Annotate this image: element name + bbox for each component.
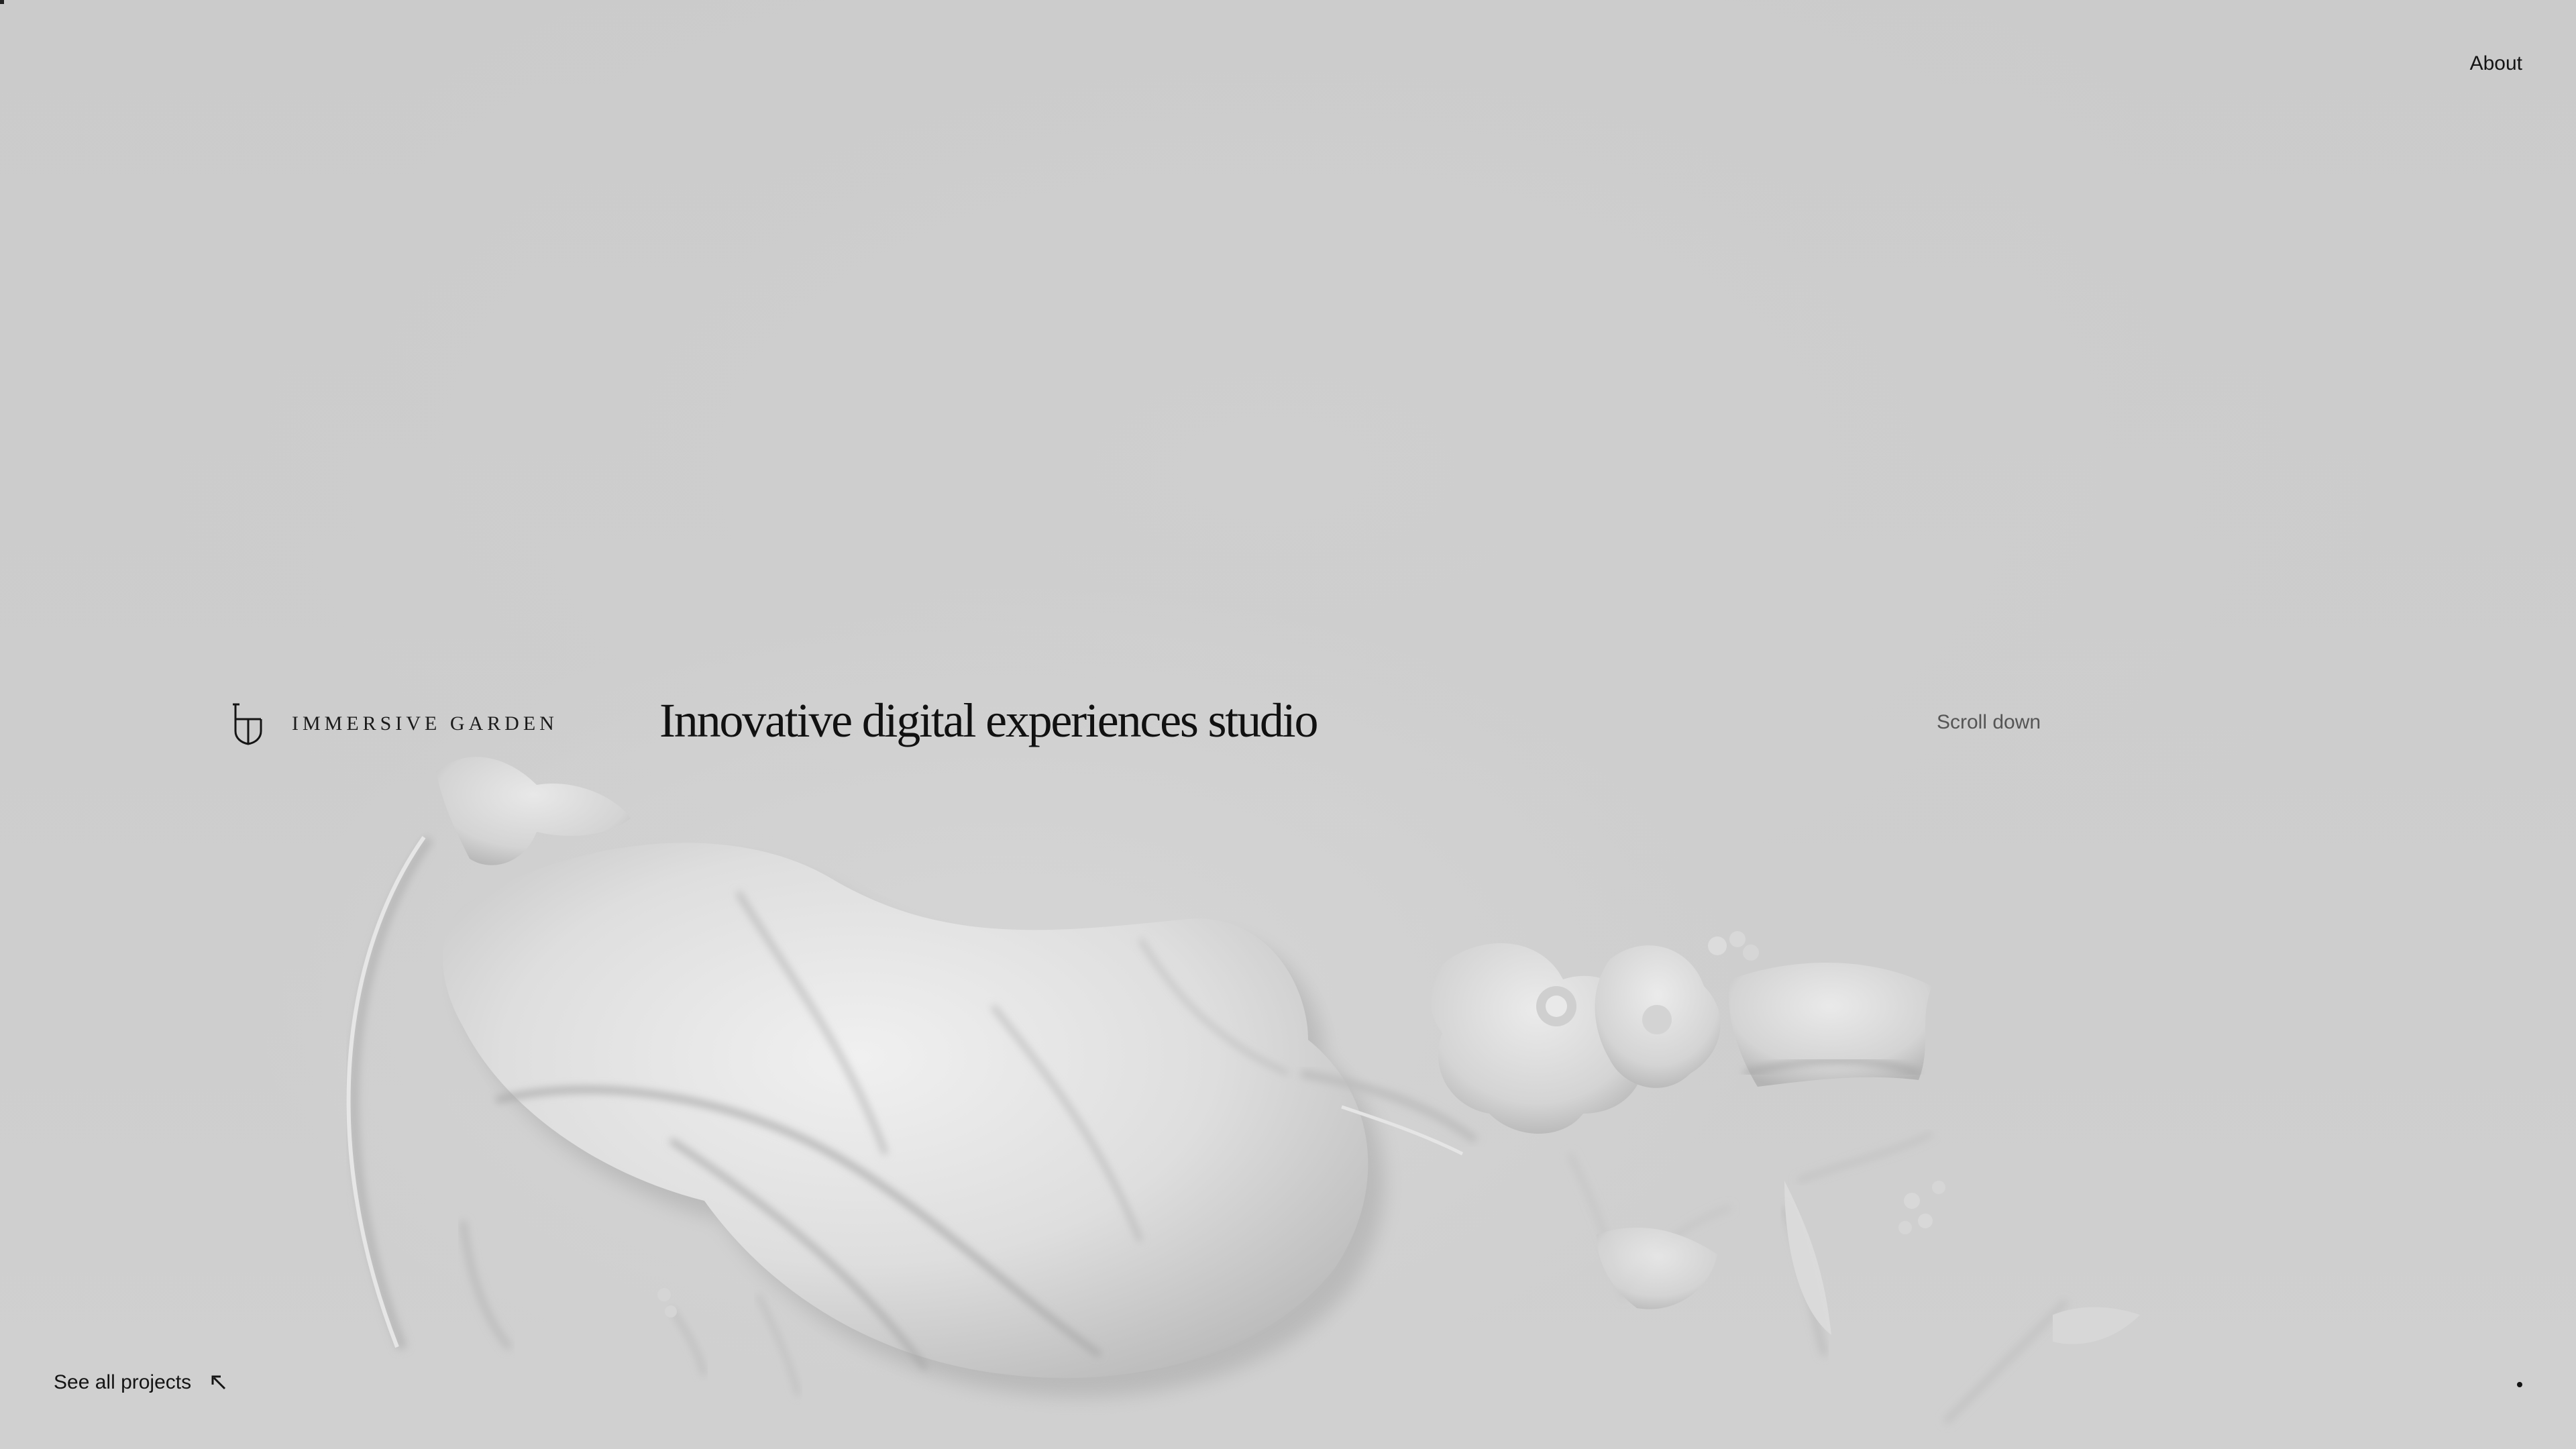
scroll-down-hint[interactable]: Scroll down	[1937, 711, 2041, 734]
see-all-projects-link[interactable]: See all projects	[54, 1371, 229, 1394]
brand-name: IMMERSIVE GARDEN	[292, 712, 558, 735]
about-link[interactable]: About	[2470, 52, 2522, 75]
brand-logo[interactable]: IMMERSIVE GARDEN	[231, 702, 558, 746]
hero-headline: Innovative digital experiences studio	[659, 694, 1318, 747]
indicator-dot	[2517, 1382, 2522, 1387]
shield-monogram-icon	[233, 703, 262, 745]
corner-marker	[0, 0, 4, 4]
projects-link-label: See all projects	[54, 1371, 192, 1393]
arrow-down-left-icon	[211, 1375, 226, 1390]
